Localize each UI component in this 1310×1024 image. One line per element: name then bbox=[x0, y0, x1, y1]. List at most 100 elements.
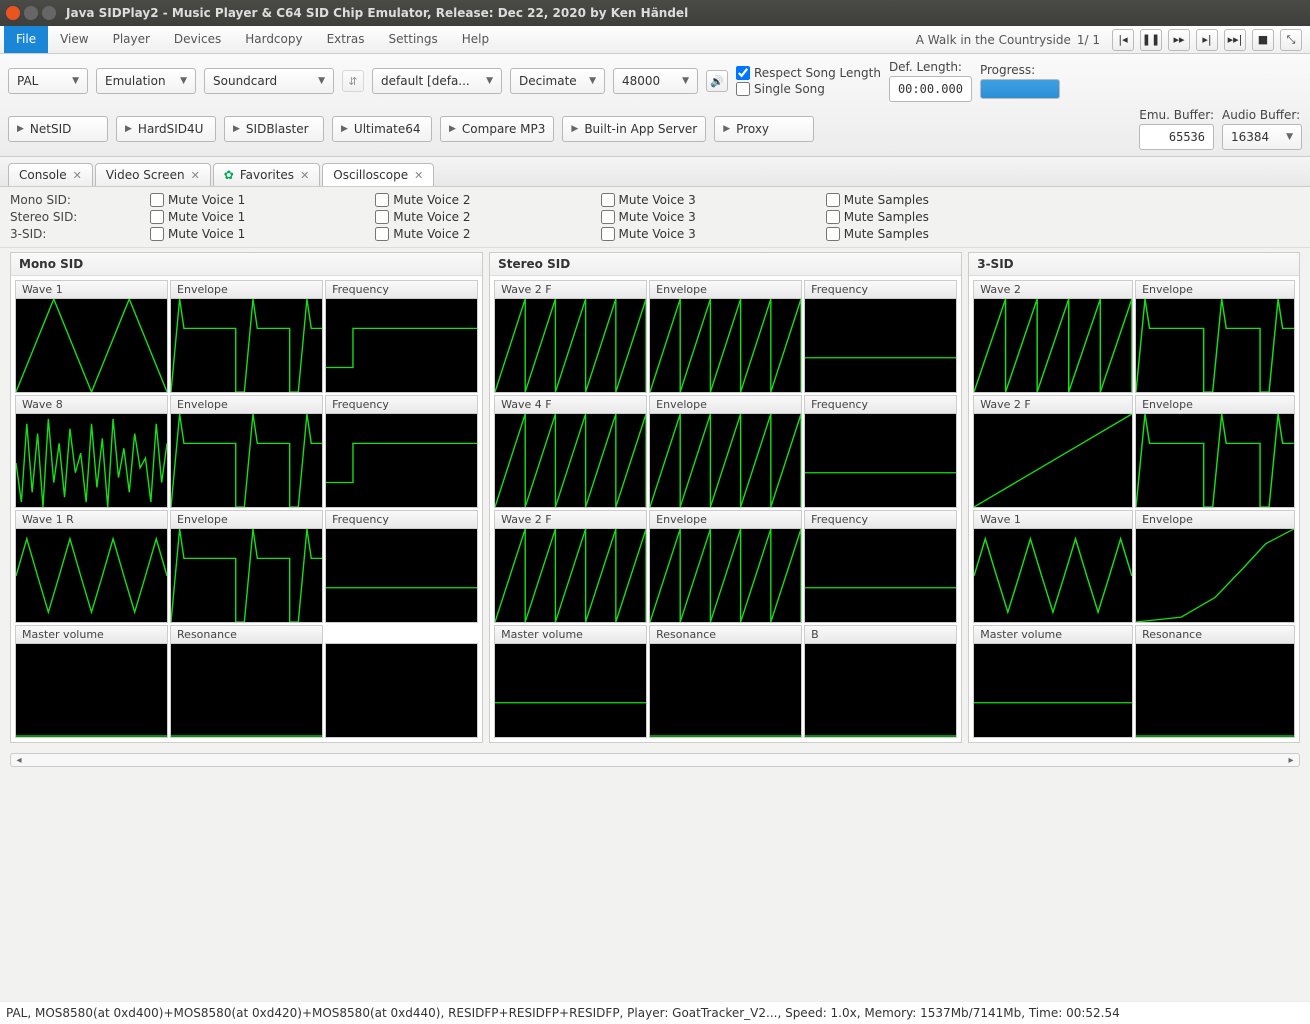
emu-buffer-input[interactable]: 65536 bbox=[1139, 124, 1214, 150]
tab-favorites[interactable]: ✿Favorites✕ bbox=[213, 163, 321, 186]
engine-combo[interactable]: Emulation▼ bbox=[96, 68, 196, 94]
sid-panel-three: 3-SIDWave 2EnvelopeWave 2 FEnvelopeWave … bbox=[968, 252, 1300, 743]
speaker-icon[interactable]: 🔊 bbox=[706, 70, 728, 92]
scope-cell: Wave 1 bbox=[15, 280, 168, 393]
prev-track-button[interactable]: |◂ bbox=[1112, 29, 1134, 51]
audio-buffer-input[interactable]: 16384▼ bbox=[1222, 124, 1302, 150]
scope-cell: Wave 1 R bbox=[15, 510, 168, 623]
scope-cell: Envelope bbox=[170, 280, 323, 393]
ultimate64-button[interactable]: ▶Ultimate64 bbox=[332, 116, 432, 142]
oscilloscope-display bbox=[170, 298, 323, 393]
scope-cell: Envelope bbox=[649, 510, 802, 623]
samplerate-combo[interactable]: 48000▼ bbox=[613, 68, 698, 94]
mute-voice-3-row0[interactable]: Mute Voice 3 bbox=[601, 193, 696, 207]
window-maximize-icon[interactable] bbox=[42, 6, 56, 20]
close-icon[interactable]: ✕ bbox=[414, 169, 423, 182]
scope-cell: Frequency bbox=[804, 510, 957, 623]
menu-help[interactable]: Help bbox=[450, 26, 501, 53]
audio-device-combo[interactable]: default [defa...▼ bbox=[372, 68, 502, 94]
scope-cell: Wave 2 F bbox=[494, 280, 647, 393]
close-icon[interactable]: ✕ bbox=[300, 169, 309, 182]
mute-voice-2-row0[interactable]: Mute Voice 2 bbox=[375, 193, 470, 207]
oscilloscope-display bbox=[494, 413, 647, 508]
scope-title: Wave 2 bbox=[973, 280, 1133, 298]
next-track-button[interactable]: ▸| bbox=[1196, 29, 1218, 51]
mute-voice-3-row1[interactable]: Mute Voice 3 bbox=[601, 210, 696, 224]
scope-cell: Frequency bbox=[804, 280, 957, 393]
scope-title: Resonance bbox=[649, 625, 802, 643]
menu-player[interactable]: Player bbox=[101, 26, 162, 53]
oscilloscope-display bbox=[1135, 643, 1295, 738]
proxy-button[interactable]: ▶Proxy bbox=[714, 116, 814, 142]
scope-title: Master volume bbox=[973, 625, 1133, 643]
scope-title: Wave 1 R bbox=[15, 510, 168, 528]
mute-samples-row2[interactable]: Mute Samples bbox=[826, 227, 929, 241]
respect-song-length-checkbox[interactable]: Respect Song Length bbox=[736, 66, 881, 80]
skip-next-button[interactable]: ▸▸| bbox=[1224, 29, 1246, 51]
window-minimize-icon[interactable] bbox=[24, 6, 38, 20]
panel-title: Stereo SID bbox=[490, 253, 961, 276]
scope-title: Envelope bbox=[1135, 280, 1295, 298]
favorites-icon: ✿ bbox=[224, 168, 234, 182]
resample-combo[interactable]: Decimate▼ bbox=[510, 68, 605, 94]
mono-sid-label: Mono SID: bbox=[10, 193, 100, 207]
close-icon[interactable]: ✕ bbox=[73, 169, 82, 182]
scope-title: Frequency bbox=[325, 395, 478, 413]
fast-forward-button[interactable]: ▸▸ bbox=[1168, 29, 1190, 51]
device-link-icon[interactable]: ⇵ bbox=[342, 70, 364, 92]
oscilloscope-display bbox=[804, 413, 957, 508]
menu-devices[interactable]: Devices bbox=[162, 26, 233, 53]
oscilloscope-display bbox=[325, 643, 478, 738]
tab-oscilloscope[interactable]: Oscilloscope✕ bbox=[322, 163, 434, 186]
scope-title: Frequency bbox=[325, 280, 478, 298]
menu-settings[interactable]: Settings bbox=[377, 26, 450, 53]
horizontal-scrollbar[interactable]: ◂▸ bbox=[10, 753, 1300, 767]
tab-console[interactable]: Console✕ bbox=[8, 163, 93, 186]
scope-cell: Wave 2 F bbox=[973, 395, 1133, 508]
scope-title: Resonance bbox=[1135, 625, 1295, 643]
scope-title: Envelope bbox=[649, 510, 802, 528]
oscilloscope-display bbox=[1135, 413, 1295, 508]
mute-voice-2-row2[interactable]: Mute Voice 2 bbox=[375, 227, 470, 241]
scope-title: Wave 2 F bbox=[494, 510, 647, 528]
def-length-input[interactable]: 00:00.000 bbox=[889, 76, 972, 102]
mute-voice-1-row0[interactable]: Mute Voice 1 bbox=[150, 193, 245, 207]
close-icon[interactable]: ✕ bbox=[191, 169, 200, 182]
scope-cell: Frequency bbox=[325, 395, 478, 508]
mute-voice-3-row2[interactable]: Mute Voice 3 bbox=[601, 227, 696, 241]
scope-cell: Frequency bbox=[325, 510, 478, 623]
mute-voice-1-row2[interactable]: Mute Voice 1 bbox=[150, 227, 245, 241]
mute-voice-2-row1[interactable]: Mute Voice 2 bbox=[375, 210, 470, 224]
scope-title: Frequency bbox=[804, 510, 957, 528]
scope-cell: Master volume bbox=[15, 625, 168, 738]
menu-file[interactable]: File bbox=[4, 26, 48, 53]
netsid-button[interactable]: ▶NetSID bbox=[8, 116, 108, 142]
tab-video-screen[interactable]: Video Screen✕ bbox=[95, 163, 211, 186]
stop-button[interactable]: ■ bbox=[1252, 29, 1274, 51]
oscilloscope-display bbox=[1135, 528, 1295, 623]
scope-title: Wave 2 F bbox=[973, 395, 1133, 413]
mute-samples-row1[interactable]: Mute Samples bbox=[826, 210, 929, 224]
menu-hardcopy[interactable]: Hardcopy bbox=[233, 26, 314, 53]
oscilloscope-display bbox=[15, 413, 168, 508]
track-indicator: 1/ 1 bbox=[1077, 33, 1100, 47]
video-norm-combo[interactable]: PAL▼ bbox=[8, 68, 88, 94]
oscilloscope-display bbox=[649, 643, 802, 738]
oscilloscope-display bbox=[170, 643, 323, 738]
pause-button[interactable]: ❚❚ bbox=[1140, 29, 1162, 51]
mute-voice-1-row1[interactable]: Mute Voice 1 bbox=[150, 210, 245, 224]
scope-title: Frequency bbox=[804, 395, 957, 413]
sidblaster-button[interactable]: ▶SIDBlaster bbox=[224, 116, 324, 142]
menu-view[interactable]: View bbox=[48, 26, 100, 53]
output-combo[interactable]: Soundcard▼ bbox=[204, 68, 334, 94]
compare-mp3-button[interactable]: ▶Compare MP3 bbox=[440, 116, 554, 142]
window-close-icon[interactable] bbox=[6, 6, 20, 20]
single-song-checkbox[interactable]: Single Song bbox=[736, 82, 881, 96]
menu-extras[interactable]: Extras bbox=[315, 26, 377, 53]
mute-samples-row0[interactable]: Mute Samples bbox=[826, 193, 929, 207]
collapse-button[interactable]: ⤡ bbox=[1280, 29, 1302, 51]
scope-cell: Frequency bbox=[804, 395, 957, 508]
oscilloscope-display bbox=[325, 298, 478, 393]
built-in-app-server-button[interactable]: ▶Built-in App Server bbox=[562, 116, 706, 142]
hardsid4u-button[interactable]: ▶HardSID4U bbox=[116, 116, 216, 142]
